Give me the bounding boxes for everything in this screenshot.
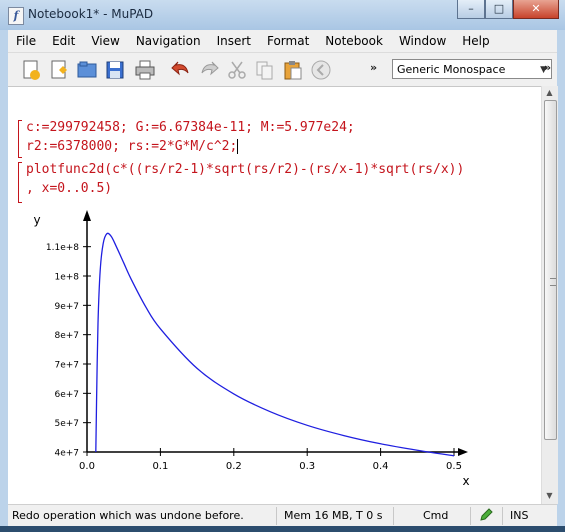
input-bracket-1[interactable] — [18, 120, 22, 158]
x-tick-label: 0.0 — [79, 461, 95, 472]
pencil-icon — [478, 507, 494, 526]
y-tick-label: 1.1e+8 — [46, 243, 79, 253]
window-title: Notebook1* - MuPAD — [28, 7, 154, 21]
new-notebook-icon[interactable] — [20, 59, 42, 81]
scroll-up-icon[interactable]: ▲ — [544, 88, 555, 99]
stop-icon[interactable] — [310, 59, 332, 81]
menu-format[interactable]: Format — [259, 34, 317, 48]
plot-output[interactable]: 0.0 0.1 0.2 0.3 0.4 0.5 4e+7 5e+7 6e+7 7e+7 8e+7 9e… — [8, 203, 541, 503]
input-bracket-2[interactable] — [18, 162, 22, 203]
x-tick-label: 0.3 — [299, 461, 315, 472]
input-region-2[interactable]: plotfunc2d(c*((rs/r2-1)*sqrt(rs/r2)-(rs/… — [26, 160, 464, 198]
toolbar: » Generic Monospace ▼ » — [8, 52, 557, 87]
close-button[interactable]: ✕ — [513, 0, 559, 19]
print-icon[interactable] — [134, 59, 156, 81]
x-tick-label: 0.1 — [152, 461, 168, 472]
taskbar — [0, 526, 565, 532]
minimize-button[interactable]: – — [457, 0, 485, 19]
x-tick-label: 0.5 — [446, 461, 462, 472]
toolbar-overflow-right[interactable]: » — [544, 61, 551, 74]
scroll-down-icon[interactable]: ▼ — [544, 491, 555, 502]
y-tick-label: 5e+7 — [54, 419, 79, 429]
x-axis-label: x — [462, 474, 469, 488]
mode-status: Cmd — [423, 509, 449, 522]
y-axis-arrow — [83, 210, 91, 221]
input-1-line-1: c:=299792458; G:=6.67384e-11; M:=5.977e2… — [26, 120, 355, 135]
y-tick-label: 6e+7 — [54, 390, 79, 400]
save-icon[interactable] — [104, 59, 126, 81]
open-icon[interactable] — [76, 59, 98, 81]
menu-notebook[interactable]: Notebook — [317, 34, 391, 48]
input-region-1[interactable]: c:=299792458; G:=6.67384e-11; M:=5.977e2… — [26, 118, 355, 156]
menu-view[interactable]: View — [83, 34, 127, 48]
redo-icon[interactable] — [198, 59, 220, 81]
input-2-line-2: , x=0..0.5) — [26, 181, 113, 196]
menu-help[interactable]: Help — [454, 34, 497, 48]
y-tick-label: 1e+8 — [54, 273, 79, 283]
paste-icon[interactable] — [282, 59, 304, 81]
scroll-thumb[interactable] — [544, 100, 557, 440]
y-tick-label: 9e+7 — [54, 302, 79, 312]
menu-insert[interactable]: Insert — [209, 34, 259, 48]
menu-bar: File Edit View Navigation Insert Format … — [8, 30, 557, 52]
x-axis-arrow — [458, 448, 468, 456]
menu-window[interactable]: Window — [391, 34, 454, 48]
insert-mode-status: INS — [510, 509, 529, 522]
font-select[interactable]: Generic Monospace ▼ — [392, 59, 552, 79]
notebook-document[interactable]: c:=299792458; G:=6.67384e-11; M:=5.977e2… — [8, 86, 541, 505]
y-tick-label: 7e+7 — [54, 361, 79, 371]
y-tick-label: 8e+7 — [54, 331, 79, 341]
y-axis-label: y — [33, 213, 40, 227]
y-tick-label: 4e+7 — [54, 449, 79, 459]
undo-icon[interactable] — [170, 59, 192, 81]
font-select-value: Generic Monospace — [397, 63, 506, 76]
status-bar: Redo operation which was undone before. … — [8, 504, 557, 527]
text-cursor — [237, 139, 239, 154]
input-1-line-2: r2:=6378000; rs:=2*G*M/c^2; — [26, 139, 238, 154]
grip-icon — [550, 278, 556, 286]
mupad-window: f Notebook1* - MuPAD – □ ✕ File Edit Vie… — [0, 0, 565, 532]
menu-file[interactable]: File — [8, 34, 44, 48]
x-tick-label: 0.4 — [373, 461, 389, 472]
x-tick-label: 0.2 — [226, 461, 242, 472]
input-2-line-1: plotfunc2d(c*((rs/r2-1)*sqrt(rs/r2)-(rs/… — [26, 162, 465, 177]
menu-edit[interactable]: Edit — [44, 34, 83, 48]
new-editor-icon[interactable] — [48, 59, 70, 81]
mupad-app-icon[interactable]: f — [8, 7, 24, 25]
memory-status: Mem 16 MB, T 0 s — [284, 509, 383, 522]
status-message: Redo operation which was undone before. — [12, 509, 244, 522]
maximize-button[interactable]: □ — [485, 0, 513, 19]
curve-series-0 — [95, 232, 455, 457]
menu-navigation[interactable]: Navigation — [128, 34, 209, 48]
toolbar-overflow-left[interactable]: » — [370, 61, 377, 74]
title-bar[interactable]: f Notebook1* - MuPAD – □ ✕ — [0, 0, 565, 30]
copy-icon[interactable] — [254, 59, 276, 81]
vertical-scrollbar[interactable]: ▲ ▼ — [541, 86, 558, 504]
cut-icon[interactable] — [226, 59, 248, 81]
